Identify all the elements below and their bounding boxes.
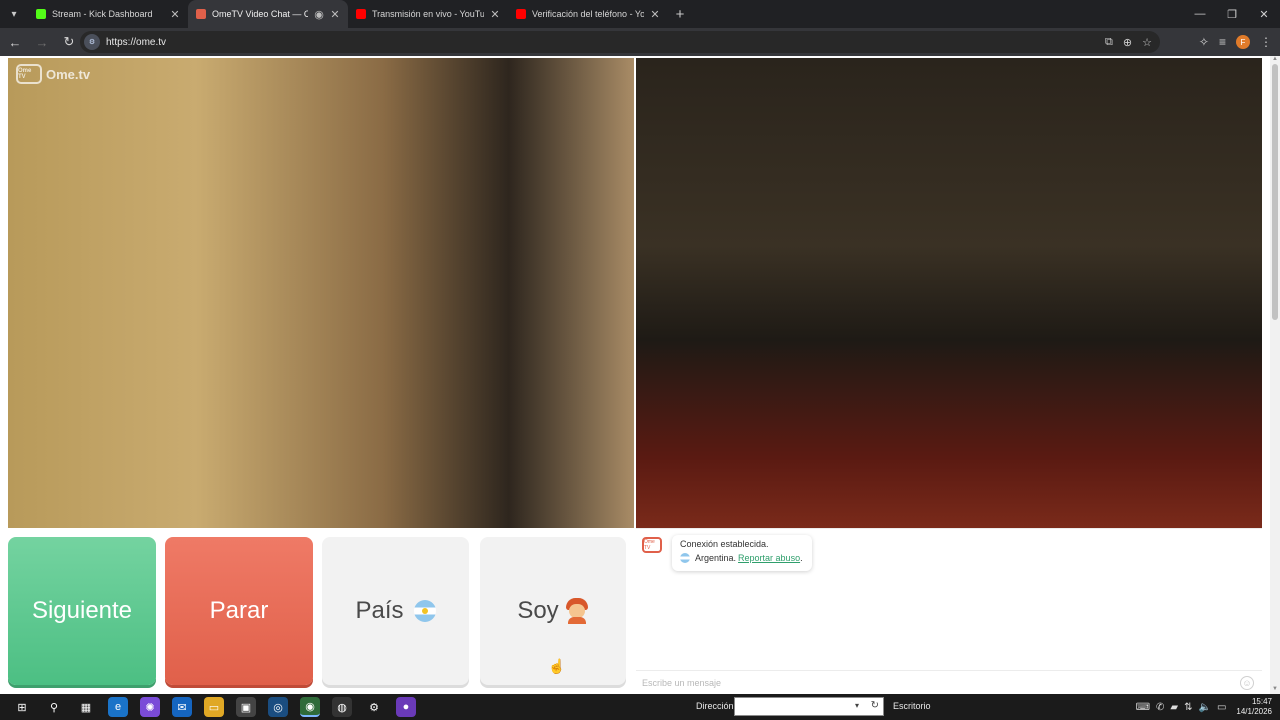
media-queue-icon[interactable]: ≡ [1219, 35, 1226, 49]
settings-icon[interactable]: ⚙ [364, 697, 384, 717]
keyboard-icon[interactable]: ⌨ [1136, 702, 1150, 713]
clock[interactable]: 15:47 14/1/2026 [1236, 697, 1272, 717]
nvidia-icon[interactable]: ▰ [1170, 702, 1178, 713]
close-tab-icon[interactable]: ✕ [330, 8, 340, 21]
bookmark-star-icon[interactable]: ☆ [1142, 36, 1152, 49]
tab-search-icon[interactable]: ▾ [0, 0, 28, 28]
system-tray: ⌨ ✆ ▰ ⇅ 🔈 ▭ 15:47 14/1/2026 [1136, 694, 1272, 720]
tv-icon: Ome TV [16, 64, 42, 84]
profile-avatar[interactable]: F [1236, 35, 1250, 49]
tab-kick[interactable]: Stream - Kick Dashboard ✕ [28, 0, 188, 28]
stranger-video: Ome TV Ome.tv [8, 58, 634, 528]
recording-icon: ◉ [314, 8, 324, 21]
next-label: Siguiente [31, 597, 133, 624]
stop-button[interactable]: Parar [165, 537, 313, 685]
menu-icon[interactable]: ⋮ [1260, 35, 1272, 49]
ometv-icon [196, 9, 206, 19]
battery-icon[interactable]: ▭ [1217, 702, 1226, 713]
outlook-icon[interactable]: ✉ [172, 697, 192, 717]
site-info-icon[interactable]: ⚙ [84, 34, 100, 50]
task-view-icon[interactable]: ▦ [76, 697, 96, 717]
tab-youtube-live[interactable]: Transmisión en vivo - YouTube ✕ [348, 0, 508, 28]
close-tab-icon[interactable]: ✕ [170, 8, 180, 21]
scrollbar-thumb[interactable] [1272, 64, 1278, 320]
edge-icon[interactable]: e [108, 697, 128, 717]
copilot-icon[interactable]: ✺ [140, 697, 160, 717]
report-suffix: . [800, 553, 803, 563]
tab-youtube-verify[interactable]: Verificación del teléfono - YouT ✕ [508, 0, 668, 28]
report-abuse-link[interactable]: Reportar abuso [738, 553, 800, 563]
network-icon[interactable]: ⇅ [1184, 702, 1192, 713]
hand-cursor-icon: ☝ [548, 658, 566, 674]
argentina-flag-icon [680, 553, 690, 563]
address-toolbar-input[interactable]: ▾ ↻ [734, 697, 884, 716]
tab-strip: ▾ Stream - Kick Dashboard ✕ OmeTV Video … [0, 0, 1280, 28]
country-label: País [355, 597, 404, 624]
close-tab-icon[interactable]: ✕ [490, 8, 500, 21]
boy-avatar-icon [565, 598, 589, 624]
country-button[interactable]: País [322, 537, 469, 685]
file-explorer-icon[interactable]: ▭ [204, 697, 224, 717]
obs-icon[interactable]: ◍ [332, 697, 352, 717]
emoji-icon[interactable]: ☺ [1240, 676, 1254, 690]
system-message: Conexión establecida. Argentina. Reporta… [672, 535, 812, 571]
stranger-country: Argentina. [695, 553, 737, 563]
stop-label: Parar [209, 597, 269, 624]
tab-title: OmeTV Video Chat — Ome [212, 9, 308, 19]
new-tab-button[interactable]: + [668, 6, 692, 23]
close-tab-icon[interactable]: ✕ [650, 8, 660, 21]
ometv-page: Ome TV Ome.tv Siguiente Parar País Soy ☝… [0, 56, 1270, 694]
chrome-icon[interactable]: ◉ [300, 697, 320, 717]
tab-ometv[interactable]: OmeTV Video Chat — Ome ◉ ✕ [188, 0, 348, 28]
search-icon[interactable]: ⚲ [44, 697, 64, 717]
tv-icon: Ome TV [642, 537, 662, 553]
message-input[interactable]: Escribe un mensaje ☺ [636, 670, 1262, 694]
gender-label: Soy [517, 597, 559, 624]
whatsapp-icon[interactable]: ✆ [1156, 702, 1164, 713]
scrollbar[interactable]: ▲ ▼ [1270, 56, 1280, 694]
store-icon[interactable]: ▣ [236, 697, 256, 717]
extensions-icon[interactable]: ✧ [1199, 35, 1209, 49]
message-placeholder: Escribe un mensaje [642, 677, 722, 688]
chevron-down-icon[interactable]: ▾ [855, 701, 859, 710]
ometv-logo: Ome TV Ome.tv [16, 64, 90, 84]
connection-status: Conexión establecida. [680, 539, 769, 549]
scroll-up-icon[interactable]: ▲ [1270, 56, 1280, 64]
self-video [636, 58, 1262, 528]
tab-title: Transmisión en vivo - YouTube [372, 9, 484, 19]
zoom-icon[interactable]: ⊕ [1123, 36, 1132, 49]
window-controls: — ❐ ✕ [1184, 0, 1280, 28]
tab-title: Stream - Kick Dashboard [52, 9, 153, 19]
logo-text: Ome.tv [46, 66, 91, 82]
clock-date: 14/1/2026 [1236, 707, 1272, 716]
taskbar: ⊞ ⚲ ▦ e ✺ ✉ ▭ ▣ ◎ ◉ ◍ ⚙ ● Dirección ▾ ↻ … [0, 694, 1280, 720]
windows-start-icon[interactable]: ⊞ [12, 697, 32, 717]
address-toolbar-label: Dirección [696, 701, 734, 711]
close-window-icon[interactable]: ✕ [1248, 0, 1280, 28]
clock-time: 15:47 [1251, 697, 1272, 706]
steam-icon[interactable]: ◎ [268, 697, 288, 717]
restore-icon[interactable]: ❐ [1216, 0, 1248, 28]
url-text: https://ome.tv [106, 36, 167, 48]
forward-icon[interactable]: → [30, 30, 54, 54]
scroll-down-icon[interactable]: ▼ [1270, 686, 1280, 694]
go-icon[interactable]: ↻ [871, 700, 879, 711]
youtube-icon [516, 9, 526, 19]
next-button[interactable]: Siguiente [8, 537, 156, 685]
navigation-bar: ← → ↻ ⚙ https://ome.tv ⧉ ⊕ ☆ ✧ ≡ F ⋮ [0, 28, 1280, 56]
desktop-toolbar-label[interactable]: Escritorio [893, 701, 931, 711]
reload-icon[interactable]: ↻ [57, 30, 81, 54]
tab-title: Verificación del teléfono - YouT [532, 9, 644, 19]
install-app-icon[interactable]: ⧉ [1105, 36, 1113, 49]
argentina-flag-icon [413, 600, 436, 622]
minimize-icon[interactable]: — [1184, 0, 1216, 28]
volume-icon[interactable]: 🔈 [1199, 702, 1211, 713]
kick-icon [36, 9, 46, 19]
app-icon[interactable]: ● [396, 697, 416, 717]
youtube-icon [356, 9, 366, 19]
address-bar[interactable]: ⚙ https://ome.tv ⧉ ⊕ ☆ [80, 31, 1160, 53]
chat-panel: Ome TV Conexión establecida. Argentina. … [636, 528, 1262, 694]
back-icon[interactable]: ← [3, 30, 27, 54]
